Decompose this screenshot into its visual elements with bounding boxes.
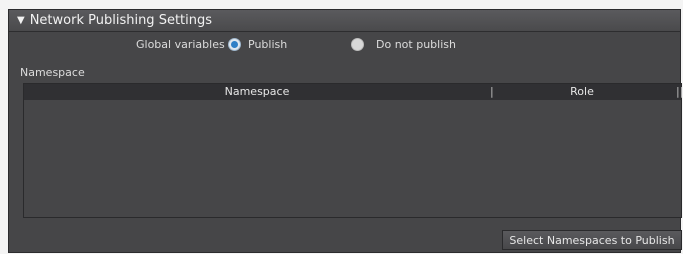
select-namespaces-button[interactable]: Select Namespaces to Publish [502, 230, 682, 250]
global-variables-label: Global variables [136, 38, 225, 51]
namespace-table-header: Namespace | Role || [24, 84, 683, 100]
do-not-publish-option-label[interactable]: Do not publish [376, 38, 456, 51]
triangle-down-icon[interactable]: ▼ [17, 15, 25, 26]
do-not-publish-radio[interactable] [351, 38, 364, 51]
namespace-label: Namespace [20, 66, 85, 79]
section-header[interactable]: ▼ Network Publishing Settings [9, 10, 680, 32]
publish-radio[interactable] [228, 38, 241, 51]
network-publishing-panel: ▼ Network Publishing Settings Global var… [8, 9, 683, 253]
column-separator-end[interactable]: || [676, 85, 683, 98]
column-header-namespace[interactable]: Namespace [24, 85, 490, 98]
publish-option-label[interactable]: Publish [248, 38, 287, 51]
global-variables-row: Global variables Publish Do not publish [9, 37, 680, 55]
section-title: Network Publishing Settings [29, 13, 213, 28]
namespace-table[interactable]: Namespace | Role || [23, 83, 683, 218]
column-header-role[interactable]: Role [494, 85, 670, 98]
